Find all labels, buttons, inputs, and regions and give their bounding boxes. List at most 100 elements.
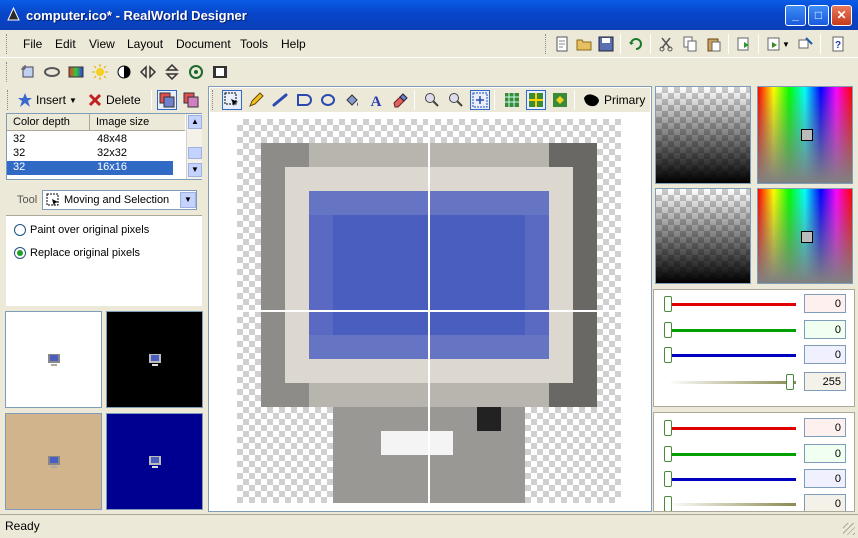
canvas-pixel[interactable] — [477, 359, 501, 383]
canvas-pixel[interactable] — [261, 479, 285, 503]
canvas-pixel[interactable] — [357, 215, 381, 239]
canvas-pixel[interactable] — [597, 479, 621, 503]
canvas-pixel[interactable] — [573, 359, 597, 383]
canvas-pixel[interactable] — [357, 263, 381, 287]
canvas-pixel[interactable] — [333, 263, 357, 287]
canvas-pixel[interactable] — [285, 215, 309, 239]
canvas-pixel[interactable] — [405, 407, 429, 431]
canvas-pixel[interactable] — [501, 215, 525, 239]
canvas-pixel[interactable] — [381, 239, 405, 263]
canvas-pixel[interactable] — [597, 239, 621, 263]
canvas-pixel[interactable] — [285, 407, 309, 431]
canvas-pixel[interactable] — [573, 455, 597, 479]
canvas-pixel[interactable] — [453, 239, 477, 263]
primary-color-picker[interactable] — [757, 86, 853, 184]
canvas-pixel[interactable] — [549, 191, 573, 215]
canvas-pixel[interactable] — [261, 167, 285, 191]
resize-button[interactable] — [796, 34, 816, 54]
pixel-grid-button[interactable] — [526, 90, 546, 110]
canvas-pixel[interactable] — [309, 239, 333, 263]
canvas-pixel[interactable] — [597, 263, 621, 287]
preview-black[interactable] — [106, 311, 203, 408]
canvas-pixel[interactable] — [429, 287, 453, 311]
canvas-pixel[interactable] — [405, 335, 429, 359]
canvas-pixel[interactable] — [237, 191, 261, 215]
canvas-pixel[interactable] — [333, 383, 357, 407]
gradient-button[interactable] — [66, 62, 86, 82]
radio-circle[interactable] — [14, 224, 26, 236]
close-button[interactable]: ✕ — [831, 5, 852, 26]
canvas-pixel[interactable] — [429, 239, 453, 263]
canvas-pixel[interactable] — [405, 263, 429, 287]
canvas-pixel[interactable] — [333, 311, 357, 335]
secondary-alpha-swatch[interactable] — [655, 188, 751, 284]
canvas-pixel[interactable] — [477, 431, 501, 455]
canvas-pixel[interactable] — [405, 215, 429, 239]
canvas-pixel[interactable] — [261, 431, 285, 455]
secondary-green-value[interactable]: 0 — [804, 444, 846, 463]
canvas-pixel[interactable] — [285, 431, 309, 455]
canvas-pixel[interactable] — [453, 311, 477, 335]
fill-tool-button[interactable] — [342, 90, 362, 110]
canvas-pixel[interactable] — [381, 455, 405, 479]
canvas-pixel[interactable] — [381, 143, 405, 167]
canvas-pixel[interactable] — [597, 359, 621, 383]
slider-thumb[interactable] — [664, 420, 672, 436]
canvas-pixel[interactable] — [381, 119, 405, 143]
canvas-pixel[interactable] — [597, 383, 621, 407]
canvas-pixel[interactable] — [381, 407, 405, 431]
canvas-pixel[interactable] — [333, 335, 357, 359]
canvas-pixel[interactable] — [237, 383, 261, 407]
open-button[interactable] — [574, 34, 594, 54]
canvas-pixel[interactable] — [501, 191, 525, 215]
canvas-pixel[interactable] — [525, 191, 549, 215]
canvas-pixel[interactable] — [237, 167, 261, 191]
secondary-blue-value[interactable]: 0 — [804, 469, 846, 488]
canvas-pixel[interactable] — [309, 479, 333, 503]
canvas-pixel[interactable] — [597, 311, 621, 335]
canvas-pixel[interactable] — [573, 431, 597, 455]
zoom-in-button[interactable] — [422, 90, 442, 110]
canvas-pixel[interactable] — [237, 287, 261, 311]
canvas-pixel[interactable] — [429, 167, 453, 191]
preview-tan[interactable] — [5, 413, 102, 510]
canvas-pixel[interactable] — [429, 263, 453, 287]
canvas-pixel[interactable] — [453, 383, 477, 407]
canvas-pixel[interactable] — [525, 167, 549, 191]
canvas-pixel[interactable] — [549, 311, 573, 335]
canvas-pixel[interactable] — [549, 479, 573, 503]
tool-select[interactable]: Moving and Selection ▼ — [42, 190, 197, 210]
canvas-pixel[interactable] — [525, 143, 549, 167]
canvas-pixel[interactable] — [357, 335, 381, 359]
canvas-pixel[interactable] — [237, 143, 261, 167]
canvas-pixel[interactable] — [333, 215, 357, 239]
canvas-pixel[interactable] — [405, 143, 429, 167]
canvas-pixel[interactable] — [333, 167, 357, 191]
canvas-pixel[interactable] — [525, 335, 549, 359]
canvas-pixel[interactable] — [429, 311, 453, 335]
canvas-pixel[interactable] — [357, 119, 381, 143]
canvas-pixel[interactable] — [381, 383, 405, 407]
canvas-pixel[interactable] — [573, 263, 597, 287]
canvas-pixel[interactable] — [501, 311, 525, 335]
canvas-pixel[interactable] — [309, 335, 333, 359]
canvas-pixel[interactable] — [261, 143, 285, 167]
canvas-pixel[interactable] — [549, 431, 573, 455]
new-file-button[interactable] — [552, 34, 572, 54]
canvas-pixel[interactable] — [261, 119, 285, 143]
select-tool-button[interactable] — [222, 90, 242, 110]
canvas-pixel[interactable] — [573, 191, 597, 215]
canvas-pixel[interactable] — [237, 335, 261, 359]
resize-grip[interactable] — [843, 523, 855, 535]
drop-shadow-button[interactable] — [186, 62, 206, 82]
canvas-pixel[interactable] — [525, 215, 549, 239]
canvas-pixel[interactable] — [477, 287, 501, 311]
tile-preview-button[interactable] — [550, 90, 570, 110]
canvas-pixel[interactable] — [429, 455, 453, 479]
rotate-button[interactable] — [42, 62, 62, 82]
canvas-pixel[interactable] — [309, 191, 333, 215]
canvas-pixel[interactable] — [261, 191, 285, 215]
canvas-pixel[interactable] — [237, 311, 261, 335]
grid-button[interactable] — [502, 90, 522, 110]
text-tool-button[interactable]: A — [366, 90, 386, 110]
